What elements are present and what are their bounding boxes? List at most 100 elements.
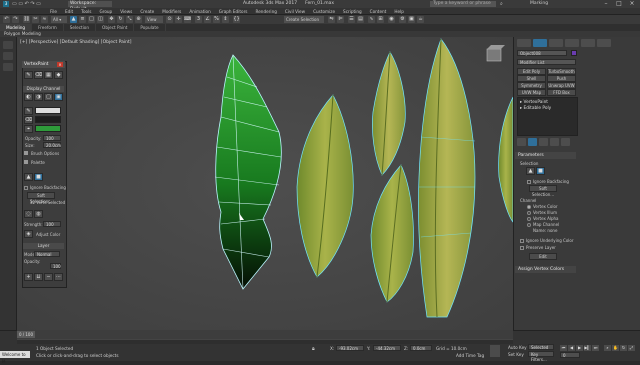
render-icon[interactable]: ☕	[417, 16, 424, 23]
unwrap-uvw-button[interactable]: Unwrap UVW	[547, 82, 576, 89]
menu-content[interactable]: Content	[370, 9, 387, 14]
menu-customize[interactable]: Customize	[313, 9, 335, 14]
menu-scripting[interactable]: Scripting	[343, 9, 362, 14]
orbit-icon[interactable]: ↻	[620, 345, 627, 351]
menu-rendering[interactable]: Rendering	[256, 9, 277, 14]
pick-color-icon[interactable]: ⌖	[24, 125, 33, 133]
menu-graph-editors[interactable]: Graph Editors	[219, 9, 248, 14]
rendered-frame-icon[interactable]: ▣	[408, 16, 415, 23]
modifier-stack[interactable]: ▸ VertexPaint ▸ Editable Poly	[517, 97, 578, 136]
menu-modifiers[interactable]: Modifiers	[162, 9, 181, 14]
scene-explorer-toggle-icon[interactable]	[3, 41, 13, 49]
layer-options-icon[interactable]: ⋯	[54, 273, 63, 281]
preserve-layer-checkbox[interactable]: Preserve Layer	[520, 245, 556, 250]
next-frame-icon[interactable]: ▶▎	[584, 345, 591, 351]
configure-modifier-sets-icon[interactable]	[561, 138, 570, 146]
time-slider-thumb[interactable]: 0 / 100	[17, 331, 35, 338]
vertex-selection-icon[interactable]: ▲	[526, 167, 535, 175]
radio-vertex-alpha[interactable]: Vertex Alpha	[527, 216, 559, 221]
adjust-color-icon[interactable]: ◈	[24, 230, 33, 238]
scale-icon[interactable]: ⤡	[126, 16, 133, 23]
user-account[interactable]: Marking	[530, 1, 548, 6]
play-icon[interactable]: ▶	[576, 345, 583, 351]
pan-icon[interactable]: ✋	[612, 345, 619, 351]
object-color-swatch[interactable]	[571, 50, 577, 56]
radio-icon[interactable]	[527, 217, 531, 221]
key-mode-dropdown[interactable]: Selected	[528, 344, 554, 350]
lock-selection-icon[interactable]: 🔒︎	[312, 346, 315, 352]
scene-explorer-icon[interactable]: ▤	[357, 16, 364, 23]
tab-freeform[interactable]: Freeform	[32, 24, 64, 31]
remove-modifier-icon[interactable]	[550, 138, 559, 146]
make-unique-icon[interactable]	[539, 138, 548, 146]
layer-opacity-spinner[interactable]: 100	[50, 263, 61, 269]
menu-file[interactable]: File	[50, 9, 57, 14]
radio-map-channel[interactable]: Map Channel	[527, 222, 559, 227]
erase-tool-icon[interactable]: ⌫	[24, 116, 33, 124]
object-name-field[interactable]: Object008	[517, 50, 567, 56]
paint-brush-icon[interactable]: ✎	[24, 71, 33, 79]
eraser-icon[interactable]: ⌫	[34, 71, 43, 79]
viewport-label[interactable]: [+] [Perspective] [Default Shading] [Obj…	[20, 40, 132, 45]
maximize-icon[interactable]: □	[613, 0, 625, 8]
select-vertex-icon[interactable]: ▲	[24, 173, 33, 181]
mirror-icon[interactable]: ⇋	[328, 16, 335, 23]
search-icon[interactable]: ⌕	[500, 1, 503, 7]
menu-civil-view[interactable]: Civil View	[285, 9, 305, 14]
condense-icon[interactable]: ▣	[54, 93, 63, 101]
paint-color-swatch[interactable]	[35, 125, 61, 132]
create-tab-icon[interactable]	[517, 39, 531, 47]
render-setup-icon[interactable]: ⚙	[399, 16, 406, 23]
stack-item-vertexpaint[interactable]: ▸ VertexPaint	[520, 100, 548, 105]
schematic-view-icon[interactable]: ⊞	[377, 16, 384, 23]
radio-vertex-color[interactable]: Vertex Color	[527, 204, 558, 209]
keyboard-shortcut-icon[interactable]: ⌨	[184, 16, 191, 23]
select-polygon-icon[interactable]: ■	[34, 173, 43, 181]
align-icon[interactable]: ⊫	[337, 16, 344, 23]
bind-spacewarp-icon[interactable]: ≈	[41, 16, 48, 23]
edit-poly-button[interactable]: Edit Poly	[517, 68, 546, 75]
add-time-tag-button[interactable]: Add Time Tag	[456, 353, 484, 358]
delete-layer-icon[interactable]: −	[44, 273, 53, 281]
spinner-snap-icon[interactable]: ⇕	[222, 16, 229, 23]
set-key-icon[interactable]	[490, 345, 500, 357]
condense-layers-icon[interactable]: ⇊	[34, 273, 43, 281]
brush-options-button[interactable]: Brush Options	[31, 151, 59, 156]
menu-edit[interactable]: Edit	[65, 9, 73, 14]
rect-selection-icon[interactable]: □	[88, 16, 95, 23]
cmd-ignore-backfacing[interactable]: Ignore Backfacing	[527, 179, 569, 184]
uvw-map-button[interactable]: UVW Map	[517, 89, 546, 96]
x-coordinate-field[interactable]: -93.02cm	[336, 345, 364, 351]
radio-icon[interactable]	[527, 223, 531, 227]
checkbox-icon[interactable]	[527, 180, 531, 184]
motion-tab-icon[interactable]	[565, 39, 579, 47]
material-editor-icon[interactable]: ◉	[388, 16, 395, 23]
show-vertex-color-icon[interactable]: ◐	[24, 93, 33, 101]
adjust-color-button[interactable]: Adjust Color	[36, 232, 60, 237]
named-selection-set-dropdown[interactable]: Create Selection Set	[284, 16, 324, 29]
checkbox-icon[interactable]	[520, 246, 524, 250]
layer-explorer-icon[interactable]: ☰	[348, 16, 355, 23]
modifier-list-dropdown[interactable]: Modifier List	[517, 59, 576, 65]
search-input[interactable]: Type a keyword or phrase	[430, 1, 496, 7]
hierarchy-tab-icon[interactable]	[549, 39, 563, 47]
checkbox-icon[interactable]	[24, 186, 28, 190]
paint-tool-icon[interactable]: ✎	[24, 107, 33, 115]
opacity-spinner[interactable]: 100	[43, 135, 61, 141]
display-tab-icon[interactable]	[581, 39, 595, 47]
menu-views[interactable]: Views	[120, 9, 132, 14]
parameters-rollout[interactable]: Parameters	[515, 152, 576, 159]
mode-dropdown[interactable]: Normal	[34, 251, 60, 257]
shell-button[interactable]: Shell	[517, 75, 546, 82]
y-coordinate-field[interactable]: -44.32cm	[373, 345, 401, 351]
palette-icon[interactable]	[24, 160, 28, 164]
selection-filter-dropdown[interactable]: All ▾	[51, 16, 67, 23]
symmetry-button[interactable]: Symmetry	[517, 82, 546, 89]
eyedropper-swatch[interactable]	[35, 116, 61, 123]
maximize-viewport-icon[interactable]: ⤢	[628, 345, 635, 351]
app-logo-icon[interactable]: 3	[3, 1, 9, 7]
show-shaded-icon[interactable]: ◑	[34, 93, 43, 101]
angle-snap-icon[interactable]: ∠	[204, 16, 211, 23]
rotate-icon[interactable]: ↻	[117, 16, 124, 23]
edit-named-sets-icon[interactable]: {}	[233, 16, 240, 23]
